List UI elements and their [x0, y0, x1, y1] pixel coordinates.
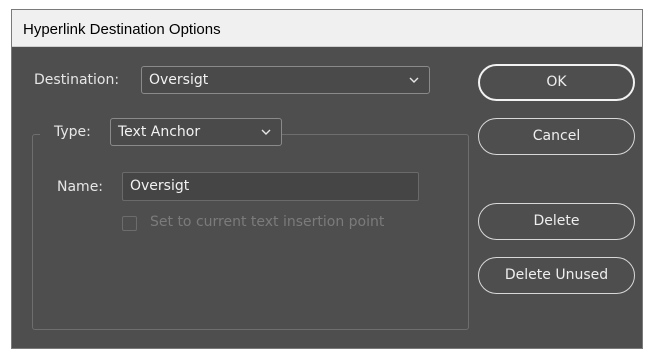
name-value: Oversigt — [130, 178, 190, 194]
ok-button[interactable]: OK — [478, 64, 635, 101]
name-label: Name: — [57, 179, 104, 195]
destination-value: Oversigt — [149, 72, 209, 88]
type-groupbox — [32, 134, 469, 330]
destination-label: Destination: — [34, 72, 120, 88]
dialog-title: Hyperlink Destination Options — [23, 21, 221, 38]
type-value: Text Anchor — [118, 124, 201, 140]
chevron-down-icon — [261, 129, 271, 135]
name-input[interactable]: Oversigt — [122, 172, 419, 201]
insertion-point-label: Set to current text insertion point — [150, 214, 385, 230]
dialog-titlebar: Hyperlink Destination Options — [12, 10, 642, 47]
insertion-point-checkbox[interactable] — [122, 216, 137, 231]
chevron-down-icon — [409, 77, 419, 83]
hyperlink-destination-options-dialog: Hyperlink Destination Options Destinatio… — [11, 9, 643, 349]
type-label: Type: — [54, 124, 91, 140]
delete-unused-button[interactable]: Delete Unused — [478, 257, 635, 294]
cancel-button[interactable]: Cancel — [478, 118, 635, 155]
type-dropdown[interactable]: Text Anchor — [110, 118, 282, 146]
delete-button[interactable]: Delete — [478, 203, 635, 240]
destination-dropdown[interactable]: Oversigt — [141, 66, 430, 94]
